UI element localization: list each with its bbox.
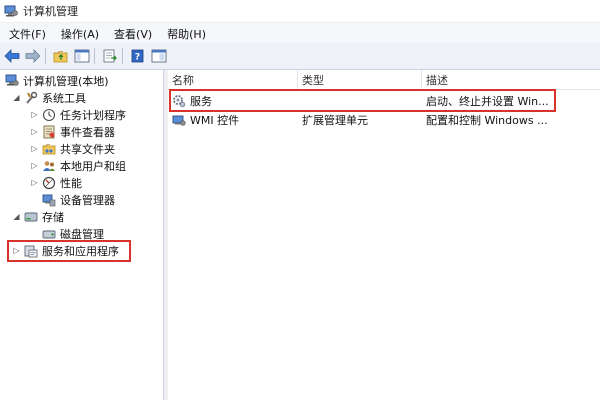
column-header-type[interactable]: 类型 [298, 70, 422, 89]
collapsed-triangle-icon[interactable]: ▷ [30, 178, 39, 187]
cell-description: 配置和控制 Windows ... [426, 114, 548, 127]
tree-item-system-tools[interactable]: ◢ 系统工具 [12, 89, 86, 106]
tree-item-label: 存储 [42, 210, 64, 224]
up-folder-icon [53, 51, 68, 63]
menu-view[interactable]: 查看(V) [108, 26, 158, 42]
title-bar: 计算机管理 [0, 0, 600, 22]
tree-item-label: 任务计划程序 [60, 108, 126, 122]
tree-item-local-users-groups[interactable]: ▷ 本地用户和组 [30, 157, 126, 174]
help-button[interactable]: ? [129, 47, 147, 65]
computer-management-icon [5, 74, 19, 88]
wmi-control-icon [172, 113, 186, 127]
collapsed-triangle-icon[interactable]: ▷ [30, 144, 39, 153]
expanded-triangle-icon[interactable]: ◢ [12, 212, 21, 221]
collapsed-triangle-icon[interactable]: ▷ [30, 127, 39, 136]
column-header-name[interactable]: 名称 [168, 70, 298, 89]
list-row-services[interactable]: 服务 启动、终止并设置 Win... [168, 92, 600, 110]
row-name-label: WMI 控件 [190, 114, 240, 127]
forward-arrow-icon [25, 49, 41, 63]
cell-type [302, 92, 420, 110]
tree-item-label: 磁盘管理 [60, 227, 104, 241]
event-viewer-icon [42, 125, 56, 139]
menu-file[interactable]: 文件(F) [3, 26, 52, 42]
back-arrow-icon [4, 49, 20, 63]
menu-action[interactable]: 操作(A) [55, 26, 105, 42]
export-list-icon [103, 49, 117, 63]
toolbar-separator [122, 48, 123, 64]
performance-gauge-icon [42, 176, 56, 190]
expanded-triangle-icon[interactable]: ◢ [12, 93, 21, 102]
forward-button[interactable] [24, 47, 42, 65]
tree-item-task-scheduler[interactable]: ▷ 任务计划程序 [30, 106, 126, 123]
cell-name: 服务 [172, 92, 296, 110]
tree-item-label: 设备管理器 [60, 193, 115, 207]
tree-item-label: 服务和应用程序 [42, 244, 119, 258]
cell-name: WMI 控件 [172, 111, 296, 129]
cell-type: 扩展管理单元 [302, 114, 368, 127]
tree-item-label: 共享文件夹 [60, 142, 115, 156]
window-title: 计算机管理 [23, 5, 78, 18]
device-manager-icon [42, 193, 56, 207]
tree-item-shared-folders[interactable]: ▷ 共享文件夹 [30, 140, 115, 157]
clock-icon [42, 108, 56, 122]
tree-item-services-applications[interactable]: ▷ 服务和应用程序 [12, 242, 119, 259]
console-view-button[interactable] [150, 47, 168, 65]
show-hide-console-tree-button[interactable] [73, 47, 91, 65]
back-button[interactable] [3, 47, 21, 65]
tree-item-event-viewer[interactable]: ▷ 事件查看器 [30, 123, 115, 140]
system-tools-icon [24, 91, 38, 105]
list-row-wmi-control[interactable]: WMI 控件 扩展管理单元 配置和控制 Windows ... [168, 111, 600, 129]
help-icon: ? [131, 49, 144, 63]
tree-item-label: 性能 [60, 176, 82, 190]
menu-help[interactable]: 帮助(H) [161, 26, 212, 42]
tree-item-label: 事件查看器 [60, 125, 115, 139]
toolbar-separator [94, 48, 95, 64]
shared-folder-icon [42, 142, 56, 156]
services-gear-icon [172, 94, 186, 108]
tree-item-performance[interactable]: ▷ 性能 [30, 174, 82, 191]
show-hide-tree-icon [74, 49, 90, 63]
collapsed-triangle-icon[interactable]: ▷ [12, 246, 21, 255]
tree-item-root[interactable]: 计算机管理(本地) [5, 72, 109, 89]
collapsed-triangle-icon[interactable]: ▷ [30, 161, 39, 170]
list-header: 名称 类型 描述 [168, 70, 600, 90]
svg-text:?: ? [135, 53, 140, 63]
computer-management-icon [4, 5, 18, 17]
collapsed-triangle-icon[interactable]: ▷ [30, 110, 39, 119]
toolbar: ? [0, 43, 600, 70]
tree-item-label: 计算机管理(本地) [23, 74, 109, 88]
console-tree: 计算机管理(本地) ◢ 系统工具 ▷ 任务计划程序 ▷ 事件查看器 ▷ 共享文件… [0, 70, 164, 400]
result-list: 名称 类型 描述 服务 启动、终止并设置 Win... WMI 控件 扩展管理单… [168, 70, 600, 400]
tree-item-label: 系统工具 [42, 91, 86, 105]
tree-item-storage[interactable]: ◢ 存储 [12, 208, 64, 225]
column-header-description[interactable]: 描述 [422, 70, 600, 89]
tree-item-disk-management[interactable]: 磁盘管理 [42, 225, 104, 242]
cell-description: 启动、终止并设置 Win... [426, 95, 549, 108]
toolbar-separator [45, 48, 46, 64]
row-name-label: 服务 [190, 95, 212, 108]
storage-icon [24, 210, 38, 224]
disk-management-icon [42, 227, 56, 241]
services-applications-icon [24, 244, 38, 258]
menu-bar: 文件(F) 操作(A) 查看(V) 帮助(H) [0, 22, 600, 44]
console-view-icon [151, 49, 167, 63]
tree-item-device-manager[interactable]: 设备管理器 [42, 191, 115, 208]
tree-item-label: 本地用户和组 [60, 159, 126, 173]
up-one-level-button[interactable] [52, 47, 70, 65]
users-icon [42, 159, 56, 173]
export-list-button[interactable] [101, 47, 119, 65]
